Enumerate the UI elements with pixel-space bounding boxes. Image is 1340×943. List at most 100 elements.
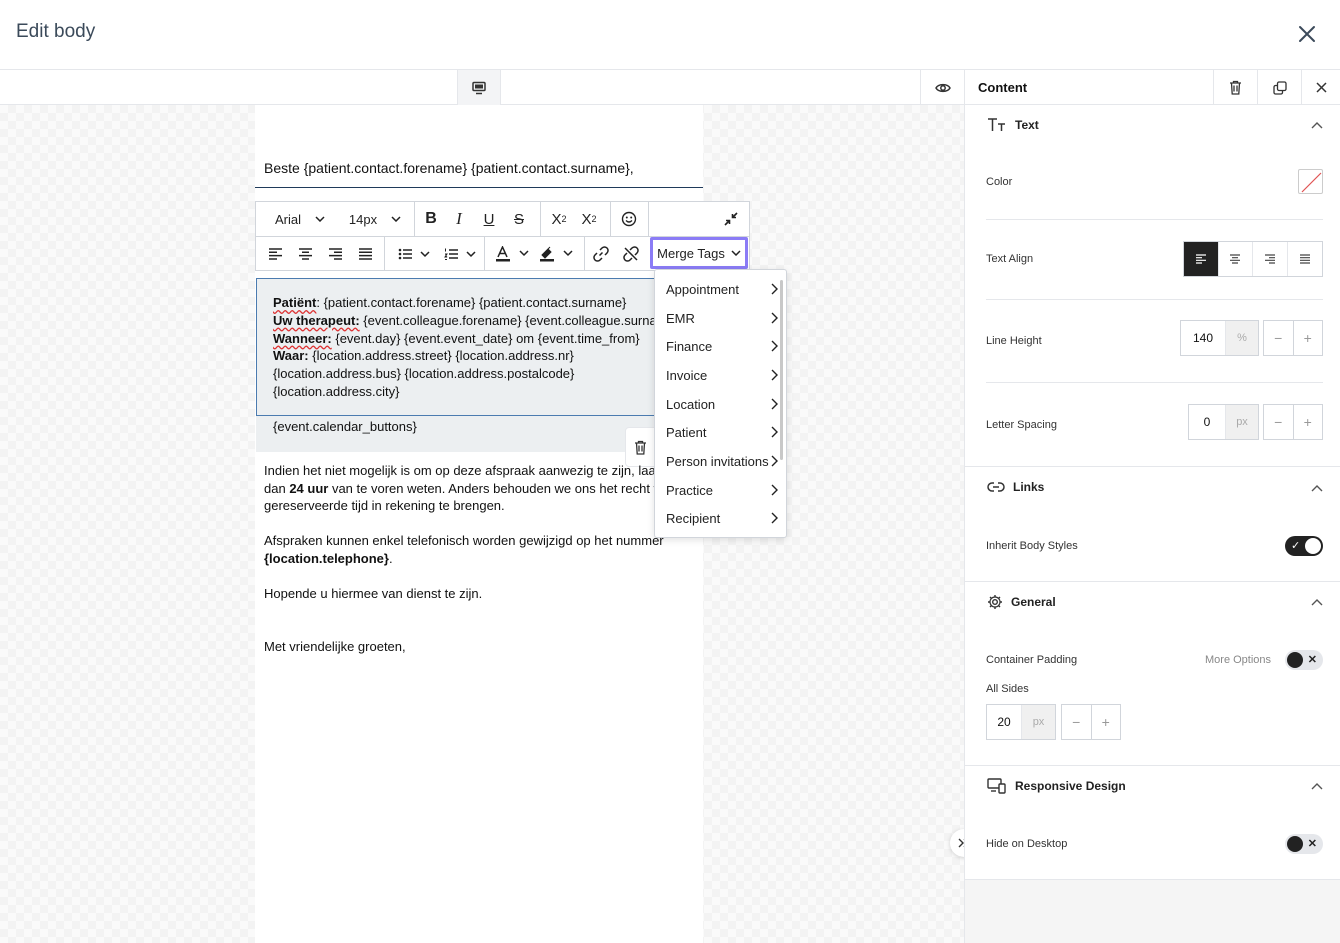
bullet-list-icon[interactable] <box>392 237 436 271</box>
font-size-value: 14px <box>348 211 378 227</box>
chevron-down-icon <box>731 250 741 256</box>
align-center-icon[interactable] <box>292 237 318 271</box>
close-icon[interactable] <box>1296 23 1318 45</box>
line-height-label: Line Height <box>986 335 1042 347</box>
section-text-header[interactable]: Text <box>987 117 1039 133</box>
emoji-icon[interactable] <box>616 202 642 236</box>
align-right-icon[interactable] <box>322 237 348 271</box>
menu-item-finance[interactable]: Finance <box>655 332 781 360</box>
font-size-select[interactable]: 14px <box>344 202 406 236</box>
chevron-right-icon <box>771 312 778 324</box>
menu-item-location[interactable]: Location <box>655 390 781 418</box>
align-justify-icon[interactable] <box>1288 242 1322 276</box>
hide-on-desktop-label: Hide on Desktop <box>986 838 1068 850</box>
delete-block-icon[interactable] <box>625 427 655 467</box>
underline-icon[interactable]: U <box>476 202 502 236</box>
chevron-right-icon <box>771 484 778 496</box>
detail-line: Uw therapeut: {event.colleague.forename}… <box>273 312 668 328</box>
increment-icon: + <box>1303 414 1312 430</box>
italic-icon[interactable]: I <box>446 202 472 236</box>
chevron-up-icon <box>1311 599 1323 606</box>
calendar-buttons-tag: {event.calendar_buttons} <box>273 419 417 434</box>
link-icon <box>987 482 1005 492</box>
numbered-list-icon[interactable] <box>438 237 482 271</box>
padding-stepper[interactable]: − + <box>1061 704 1121 740</box>
increment-icon: + <box>1303 330 1312 346</box>
chevron-right-icon <box>771 369 778 381</box>
desktop-view-icon[interactable] <box>457 70 501 105</box>
chevron-right-icon <box>771 426 778 438</box>
menu-item-invoice[interactable]: Invoice <box>655 361 781 389</box>
menu-item-appointment[interactable]: Appointment <box>655 275 781 303</box>
modal-title: Edit body <box>16 21 96 42</box>
detail-line: Patiënt: {patient.contact.forename} {pat… <box>273 295 627 310</box>
duplicate-icon[interactable] <box>1257 70 1301 105</box>
section-general-header[interactable]: General <box>987 594 1056 610</box>
chevron-right-icon <box>771 455 778 467</box>
align-right-icon[interactable] <box>1253 242 1288 276</box>
preview-eye-icon[interactable] <box>920 70 964 105</box>
increment-icon: + <box>1101 714 1110 730</box>
padding-input[interactable]: 20 px <box>986 704 1056 740</box>
detail-line: {location.address.bus} {location.address… <box>273 366 575 382</box>
align-left-icon[interactable] <box>1184 242 1219 276</box>
modal-header: Edit body <box>0 0 1340 70</box>
gear-icon <box>988 595 1002 609</box>
align-justify-icon[interactable] <box>352 237 378 271</box>
align-left-icon[interactable] <box>262 237 288 271</box>
paragraph-closing[interactable]: Hopende u hiermee van dienst te zijn. <box>264 585 482 603</box>
color-picker[interactable] <box>1298 169 1323 194</box>
line-height-input[interactable]: 140 % <box>1180 320 1259 356</box>
collapse-toolbar-icon[interactable] <box>718 202 744 236</box>
chevron-down-icon <box>315 216 325 222</box>
highlight-color-icon[interactable] <box>534 237 578 271</box>
chevron-right-icon <box>771 283 778 295</box>
menu-item-recipient[interactable]: Recipient <box>655 504 781 532</box>
merge-tags-button[interactable]: Merge Tags <box>650 237 748 269</box>
text-align-label: Text Align <box>986 253 1034 265</box>
merge-tags-label: Merge Tags <box>657 245 725 261</box>
align-center-icon[interactable] <box>1219 242 1253 276</box>
text-format-icon <box>988 118 1005 131</box>
section-links-header[interactable]: Links <box>987 480 1044 494</box>
section-responsive-header[interactable]: Responsive Design <box>987 778 1126 794</box>
detail-line: Waar: {location.address.street} {locatio… <box>273 348 574 364</box>
bold-icon[interactable]: B <box>418 202 444 236</box>
inherit-body-styles-label: Inherit Body Styles <box>986 540 1078 552</box>
panel-body: Text Color Text Align Line Height 140 % … <box>965 105 1340 880</box>
menu-item-patient[interactable]: Patient <box>655 418 781 446</box>
menu-item-person-invitations[interactable]: Person invitations <box>655 447 781 475</box>
chevron-right-icon <box>771 340 778 352</box>
link-icon[interactable] <box>588 237 614 271</box>
panel-title: Content <box>978 80 1028 95</box>
all-sides-label: All Sides <box>986 683 1029 695</box>
font-family-select[interactable]: Arial <box>264 202 336 236</box>
more-options-toggle[interactable]: ✕ <box>1285 650 1323 670</box>
paragraph-signoff[interactable]: Met vriendelijke groeten, <box>264 638 406 656</box>
appointment-details[interactable]: Patiënt: {patient.contact.forename} {pat… <box>273 294 668 401</box>
chevron-up-icon <box>1311 485 1323 492</box>
menu-item-practice[interactable]: Practice <box>655 476 781 504</box>
font-family-value: Arial <box>274 211 301 227</box>
paragraph-phone[interactable]: Afspraken kunnen enkel telefonisch worde… <box>264 532 664 567</box>
superscript-icon[interactable]: X2 <box>546 202 572 236</box>
properties-panel: Content Text Color Text Align Line Heigh… <box>964 70 1340 943</box>
text-color-icon[interactable] <box>490 237 534 271</box>
hide-on-desktop-toggle[interactable]: ✕ <box>1285 834 1323 854</box>
subscript-icon[interactable]: X2 <box>576 202 602 236</box>
close-panel-icon[interactable] <box>1301 70 1340 105</box>
paragraph-cancellation[interactable]: Indien het niet mogelijk is om op deze a… <box>264 462 670 515</box>
chevron-right-icon <box>771 398 778 410</box>
unlink-icon[interactable] <box>618 237 644 271</box>
menu-item-emr[interactable]: EMR <box>655 304 781 332</box>
line-height-stepper[interactable]: − + <box>1263 320 1323 356</box>
letter-spacing-input[interactable]: 0 px <box>1188 404 1259 440</box>
trash-icon[interactable] <box>1213 70 1257 105</box>
greeting-text[interactable]: Beste {patient.contact.forename} {patien… <box>264 160 634 176</box>
strikethrough-icon[interactable]: S <box>506 202 532 236</box>
chevron-right-icon <box>771 512 778 524</box>
letter-spacing-stepper[interactable]: − + <box>1263 404 1323 440</box>
inherit-body-styles-toggle[interactable]: ✓ <box>1285 536 1323 556</box>
detail-line: Wanneer: {event.day} {event.event_date} … <box>273 330 640 346</box>
decrement-icon: − <box>1264 321 1294 355</box>
